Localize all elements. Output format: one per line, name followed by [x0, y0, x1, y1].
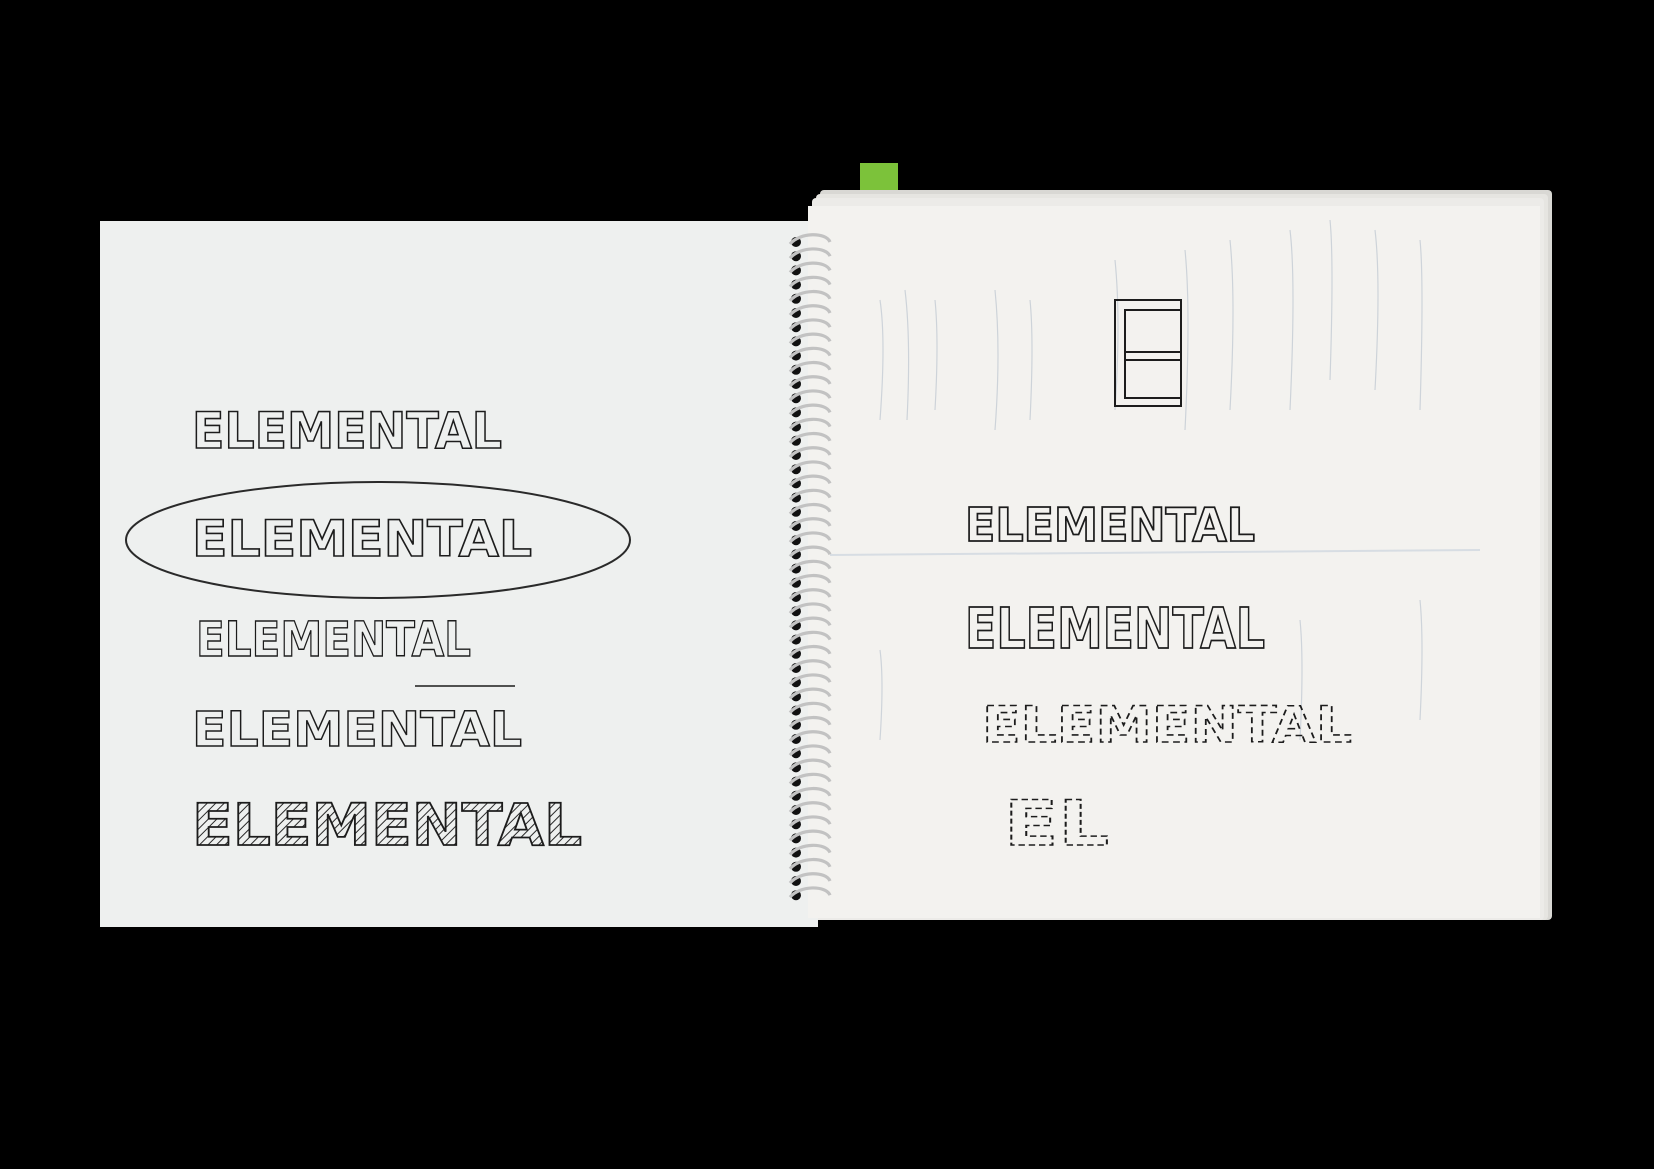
- sketch-word: ELEMENTAL: [192, 510, 532, 568]
- sketch-word: ELEMENTAL: [965, 498, 1255, 552]
- sketch-word: ELEMENTAL: [982, 696, 1352, 754]
- sketch-word: EL: [1004, 787, 1109, 860]
- notebook-photo: ELEMENTAL ELEMENTAL ELEMENTAL ELEMENTAL …: [0, 0, 1654, 1169]
- sketch-word: ELEMENTAL: [192, 791, 582, 859]
- left-sketch-5-hatched: ELEMENTAL: [191, 790, 583, 860]
- right-sketch-4-dashed: EL: [1003, 786, 1110, 861]
- right-sketch-3-dashed: ELEMENTAL: [981, 695, 1353, 755]
- right-sketch-1: ELEMENTAL: [964, 497, 1256, 553]
- left-sketch-1: ELEMENTAL: [191, 401, 503, 461]
- sketch-word: ELEMENTAL: [192, 702, 522, 758]
- right-page: [808, 206, 1540, 918]
- sketch-word: ELEMENTAL: [192, 402, 502, 460]
- left-sketch-3: ELEMENTAL: [195, 611, 471, 668]
- right-sketch-2: ELEMENTAL: [964, 596, 1266, 663]
- sketch-word: ELEMENTAL: [196, 612, 471, 668]
- sketch-word: ELEMENTAL: [965, 597, 1265, 662]
